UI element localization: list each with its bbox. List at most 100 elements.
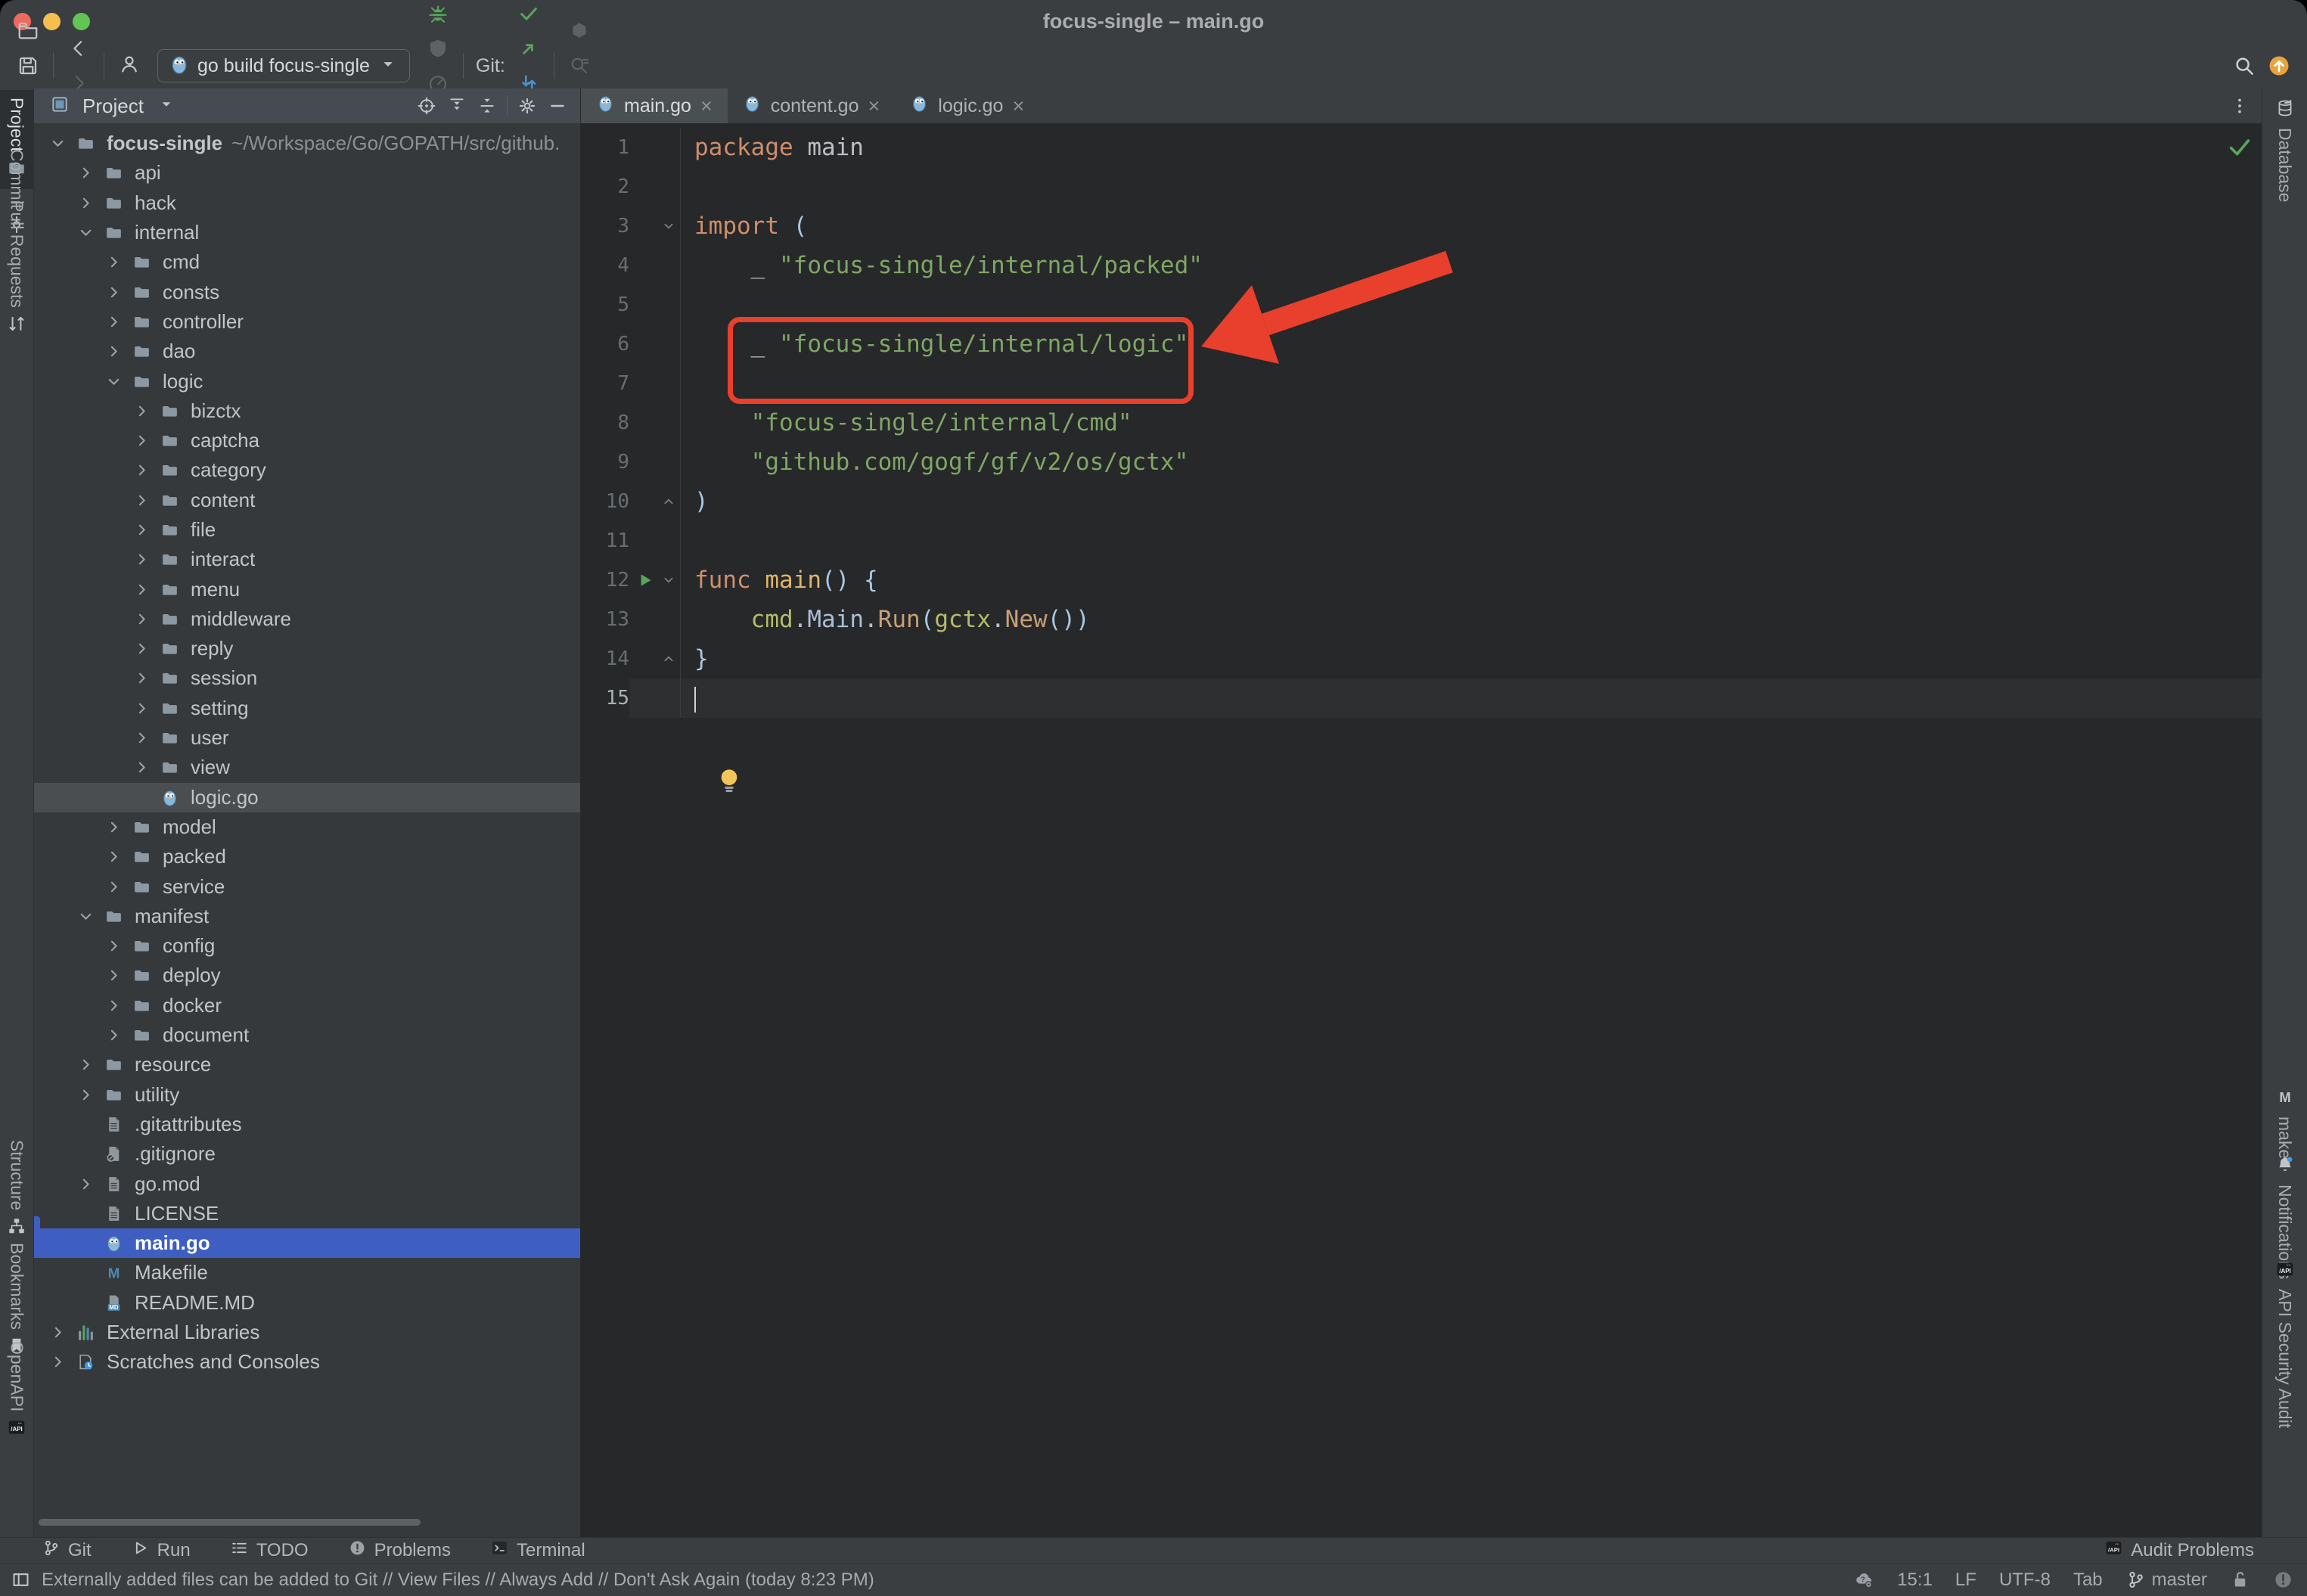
tree-item-deploy[interactable]: deploy — [34, 961, 580, 990]
code-line-12[interactable]: 12func main() { — [581, 560, 2262, 600]
code-text[interactable]: "focus-single/internal/cmd" — [681, 403, 2262, 442]
tree-item-packed[interactable]: packed — [34, 842, 580, 871]
gutter[interactable] — [629, 560, 681, 600]
chevron-down-icon[interactable] — [44, 129, 72, 157]
line-number[interactable]: 10 — [581, 490, 629, 513]
tree-item-interact[interactable]: interact — [34, 545, 580, 574]
code-text[interactable]: import ( — [681, 206, 2262, 246]
code-line-8[interactable]: 8 "focus-single/internal/cmd" — [581, 403, 2262, 442]
hide-icon[interactable] — [542, 91, 573, 121]
chevron-right-icon[interactable] — [72, 159, 100, 187]
tree-item-docker[interactable]: docker — [34, 991, 580, 1020]
line-number[interactable]: 12 — [581, 569, 629, 592]
code-line-14[interactable]: 14} — [581, 639, 2262, 678]
chevron-right-icon[interactable] — [128, 545, 156, 573]
code-line-3[interactable]: 3 import ( — [581, 206, 2262, 246]
run-configuration-select[interactable]: go build focus-single — [157, 49, 410, 82]
chevron-right-icon[interactable] — [100, 932, 128, 960]
stripe-item-pull-requests[interactable]: Pull Requests — [0, 193, 33, 345]
chevron-down-icon[interactable] — [72, 219, 100, 247]
intention-bulb-icon[interactable] — [714, 765, 744, 795]
gutter[interactable] — [629, 128, 681, 167]
chevron-right-icon[interactable] — [100, 308, 128, 336]
collapse-all-icon[interactable] — [472, 91, 502, 121]
tree-item-menu[interactable]: menu — [34, 574, 580, 604]
tree-item-service[interactable]: service — [34, 871, 580, 901]
chevron-right-icon[interactable] — [128, 664, 156, 692]
chevron-right-icon[interactable] — [100, 1021, 128, 1049]
gutter[interactable] — [629, 482, 681, 521]
close-icon[interactable]: × — [700, 96, 713, 116]
tab-content-go[interactable]: content.go× — [728, 88, 896, 123]
stripe-item-openapi[interactable]: OpenAPI/API — [0, 1334, 33, 1449]
stripe-item-api-security-audit[interactable]: /APIAPI Security Audit — [2262, 1252, 2307, 1436]
line-number[interactable]: 3 — [581, 215, 629, 238]
tree-item-config[interactable]: config — [34, 931, 580, 961]
tree-item-captcha[interactable]: captcha — [34, 426, 580, 455]
tree-item-hack[interactable]: hack — [34, 188, 580, 218]
code-line-15[interactable]: 15 — [581, 678, 2262, 718]
tree-item-scratches-and-consoles[interactable]: Scratches and Consoles — [34, 1347, 580, 1377]
search-history-icon[interactable] — [562, 48, 597, 83]
tree-item-category[interactable]: category — [34, 455, 580, 485]
gutter[interactable] — [629, 364, 681, 403]
code-line-7[interactable]: 7 — [581, 364, 2262, 403]
tree-item-view[interactable]: view — [34, 753, 580, 782]
gutter[interactable] — [629, 639, 681, 678]
chevron-right-icon[interactable] — [72, 189, 100, 217]
chevron-right-icon[interactable] — [100, 873, 128, 901]
code-line-6[interactable]: 6 _ "focus-single/internal/logic" — [581, 324, 2262, 364]
chevron-right-icon[interactable] — [128, 427, 156, 455]
tree-item-readme-md[interactable]: MDREADME.MD — [34, 1288, 580, 1318]
gutter[interactable] — [629, 600, 681, 639]
tree-item-logic-go[interactable]: logic.go — [34, 783, 580, 812]
tree-item-session[interactable]: session — [34, 663, 580, 693]
code-line-13[interactable]: 13 cmd.Main.Run(gctx.New()) — [581, 600, 2262, 639]
save-icon[interactable] — [11, 48, 45, 83]
code-text[interactable]: cmd.Main.Run(gctx.New()) — [681, 600, 2262, 639]
tree-item-document[interactable]: document — [34, 1020, 580, 1050]
code-line-10[interactable]: 10) — [581, 482, 2262, 521]
tree-item-utility[interactable]: utility — [34, 1080, 580, 1110]
code-text[interactable] — [681, 521, 2262, 560]
code-text[interactable] — [681, 678, 2262, 718]
git-push-icon[interactable] — [511, 31, 546, 66]
tree-item-dao[interactable]: dao — [34, 337, 580, 366]
chevron-right-icon[interactable] — [100, 843, 128, 871]
code-line-9[interactable]: 9 "github.com/gogf/gf/v2/os/gctx" — [581, 442, 2262, 482]
gutter[interactable] — [629, 442, 681, 482]
close-icon[interactable]: × — [1012, 96, 1024, 116]
chevron-right-icon[interactable] — [72, 1081, 100, 1109]
lock-open-icon[interactable] — [2230, 1570, 2250, 1590]
line-ending-indicator[interactable]: LF — [1955, 1570, 1976, 1591]
fold-open-icon[interactable] — [660, 218, 677, 234]
tree-item-bizctx[interactable]: bizctx — [34, 396, 580, 426]
tree-item-cmd[interactable]: cmd — [34, 247, 580, 277]
line-number[interactable]: 15 — [581, 687, 629, 710]
toolwindow-button-run[interactable]: Run — [131, 1539, 191, 1563]
stripe-item-structure[interactable]: Structure — [0, 1132, 33, 1247]
tree-item-consts[interactable]: consts — [34, 277, 580, 306]
search-icon[interactable] — [2227, 48, 2262, 83]
chevron-right-icon[interactable] — [100, 248, 128, 276]
chevron-down-icon[interactable] — [72, 902, 100, 930]
chevron-right-icon[interactable] — [128, 694, 156, 722]
tree-item-user[interactable]: user — [34, 723, 580, 753]
stripe-item-database[interactable]: Database — [2262, 91, 2307, 210]
gutter[interactable] — [629, 285, 681, 324]
tree-item-resource[interactable]: resource — [34, 1050, 580, 1079]
user-icon[interactable] — [112, 48, 147, 83]
chevron-right-icon[interactable] — [44, 1348, 72, 1376]
chevron-right-icon[interactable] — [128, 397, 156, 425]
chevron-right-icon[interactable] — [128, 486, 156, 514]
chevron-right-icon[interactable] — [72, 1051, 100, 1079]
horizontal-scrollbar[interactable] — [39, 1519, 421, 1526]
code-text[interactable]: "github.com/gogf/gf/v2/os/gctx" — [681, 442, 2262, 482]
caret-position[interactable]: 15:1 — [1897, 1570, 1933, 1591]
code-line-4[interactable]: 4 _ "focus-single/internal/packed" — [581, 246, 2262, 285]
tree-item-reply[interactable]: reply — [34, 634, 580, 663]
tree-item--gitignore[interactable]: .gitignore — [34, 1139, 580, 1169]
line-number[interactable]: 14 — [581, 647, 629, 670]
tree-item-content[interactable]: content — [34, 486, 580, 515]
tree-item-setting[interactable]: setting — [34, 694, 580, 723]
